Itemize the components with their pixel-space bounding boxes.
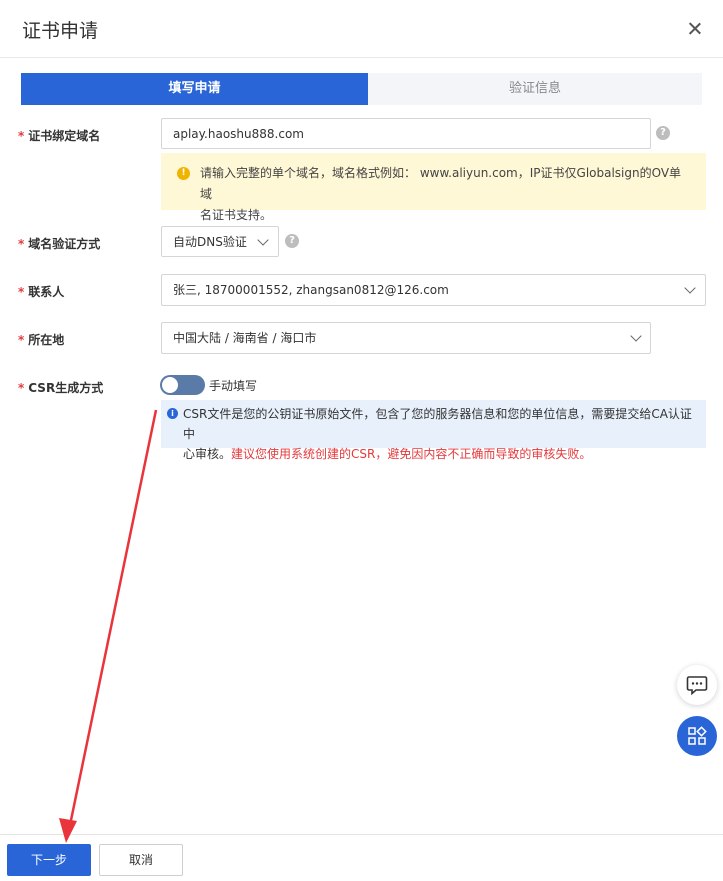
step-verify-info: 验证信息 bbox=[368, 73, 702, 105]
step-fill-application: 填写申请 bbox=[21, 73, 368, 105]
apps-icon bbox=[688, 726, 707, 745]
required-mark: * bbox=[18, 285, 25, 299]
warning-icon: ! bbox=[177, 167, 190, 180]
contact-select[interactable]: 张三, 18700001552, zhangsan0812@126.com bbox=[161, 274, 706, 306]
arrow-shaft bbox=[68, 409, 158, 826]
domain-label: * 证书绑定域名 bbox=[18, 127, 100, 144]
contact-label-text: 联系人 bbox=[28, 285, 65, 299]
close-icon[interactable] bbox=[684, 18, 706, 40]
verify-method-select[interactable]: 自动DNS验证 bbox=[161, 226, 279, 257]
required-mark: * bbox=[18, 129, 25, 143]
verify-method-help-icon[interactable]: ? bbox=[285, 234, 299, 248]
step-arrow bbox=[353, 73, 368, 105]
domain-label-text: 证书绑定域名 bbox=[28, 129, 101, 143]
contact-label: * 联系人 bbox=[18, 283, 64, 300]
toggle-knob bbox=[162, 377, 178, 393]
chevron-down-icon bbox=[684, 282, 696, 294]
location-select[interactable]: 中国大陆 / 海南省 / 海口市 bbox=[161, 322, 651, 354]
required-mark: * bbox=[18, 333, 25, 347]
next-step-button[interactable]: 下一步 bbox=[7, 844, 91, 876]
csr-toggle[interactable] bbox=[160, 375, 205, 395]
domain-input[interactable]: aplay.haoshu888.com bbox=[161, 118, 651, 149]
location-value: 中国大陆 / 海南省 / 海口市 bbox=[173, 331, 317, 345]
cancel-button[interactable]: 取消 bbox=[99, 844, 183, 876]
csr-info-box: i CSR文件是您的公钥证书原始文件，包含了您的服务器信息和您的单位信息，需要提… bbox=[161, 400, 706, 461]
csr-info-plain: 心审核。 bbox=[183, 447, 232, 461]
csr-info-warning: 建议您使用系统创建的CSR，避免因内容不正确而导致的审核失败。 bbox=[231, 447, 592, 461]
location-label: * 所在地 bbox=[18, 331, 64, 348]
csr-info-line1: CSR文件是您的公钥证书原始文件，包含了您的服务器信息和您的单位信息，需要提交给… bbox=[183, 407, 692, 441]
step-bar: 填写申请 验证信息 bbox=[21, 73, 702, 105]
csr-label: * CSR生成方式 bbox=[18, 379, 103, 396]
domain-warning-line1: 请输入完整的单个域名，域名格式例如： www.aliyun.com，IP证书仅G… bbox=[200, 166, 682, 201]
csr-info-line2: 心审核。建议您使用系统创建的CSR，避免因内容不正确而导致的审核失败。 bbox=[183, 444, 700, 464]
verify-method-value: 自动DNS验证 bbox=[173, 235, 247, 249]
required-mark: * bbox=[18, 237, 25, 251]
chat-icon bbox=[686, 676, 708, 696]
domain-warning-box: ! 请输入完整的单个域名，域名格式例如： www.aliyun.com，IP证书… bbox=[161, 153, 706, 222]
contact-value: 张三, 18700001552, zhangsan0812@126.com bbox=[173, 283, 449, 297]
verify-method-label-text: 域名验证方式 bbox=[28, 237, 101, 251]
verify-method-label: * 域名验证方式 bbox=[18, 235, 100, 252]
info-icon: i bbox=[167, 408, 178, 419]
location-label-text: 所在地 bbox=[28, 333, 65, 347]
csr-toggle-label: 手动填写 bbox=[209, 379, 258, 393]
domain-warning-line2: 名证书支持。 bbox=[200, 208, 273, 222]
required-mark: * bbox=[18, 381, 25, 395]
csr-label-text: CSR生成方式 bbox=[28, 381, 104, 395]
dialog-title: 证书申请 bbox=[22, 20, 99, 42]
chevron-down-icon bbox=[257, 234, 269, 246]
chevron-down-icon bbox=[630, 330, 642, 342]
dialog-header: 证书申请 bbox=[0, 0, 723, 58]
domain-help-icon[interactable]: ? bbox=[656, 126, 670, 140]
chat-float-button[interactable] bbox=[677, 665, 717, 705]
apps-float-button[interactable] bbox=[677, 716, 717, 756]
